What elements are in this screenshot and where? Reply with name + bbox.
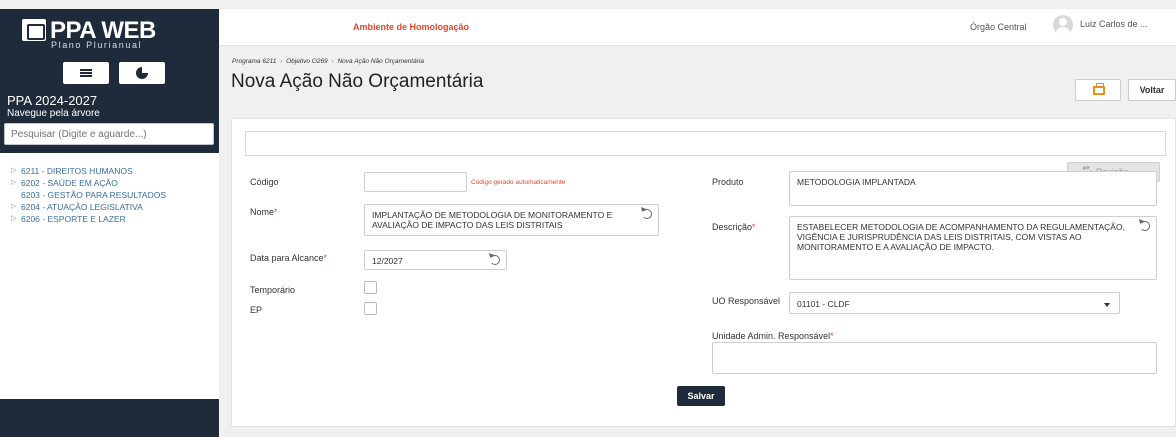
breadcrumb-separator: › [331, 58, 334, 65]
tree-item-label: 6211 - DIREITOS HUMANOS [21, 166, 133, 176]
required-marker: * [323, 253, 328, 263]
undo-icon[interactable] [1140, 221, 1150, 231]
unidade-admin-label-text: Unidade Admin. Responsável [712, 331, 831, 341]
printer-icon [1093, 83, 1105, 95]
menu-button[interactable] [63, 62, 109, 84]
codigo-hint: Código gerado automaticamente [471, 179, 566, 186]
form-toolbar [245, 131, 1166, 156]
unidade-admin-field[interactable] [712, 342, 1157, 374]
environment-label: Ambiente de Homologação [353, 22, 470, 32]
required-marker: * [752, 222, 756, 232]
descricao-label-text: Descrição [712, 222, 753, 232]
salvar-button[interactable]: Salvar [677, 386, 725, 406]
data-alcance-label-text: Data para Alcance [250, 253, 324, 263]
breadcrumb-item-programa[interactable]: Programa 6211 [232, 58, 276, 65]
produto-field[interactable]: METODOLOGIA IMPLANTADA [789, 171, 1157, 206]
descricao-field[interactable]: ESTABELECER METODOLOGIA DE ACOMPANHAMENT… [789, 216, 1157, 280]
logo-icon [22, 19, 46, 41]
navigation-tree: ▷ 6211 - DIREITOS HUMANOS ▷ 6202 - SAÚDE… [0, 153, 219, 399]
breadcrumb-item-objetivo[interactable]: Objetivo O269 [286, 58, 328, 65]
descricao-value: ESTABELECER METODOLOGIA DE ACOMPANHAMENT… [797, 222, 1125, 252]
tree-item[interactable]: ▷ 6202 - SAÚDE EM AÇÃO [0, 178, 219, 189]
page-title: Nova Ação Não Orçamentária [231, 71, 484, 92]
breadcrumb: Programa 6211 › Objetivo O269 › Nova Açã… [232, 58, 424, 65]
codigo-label: Código [250, 177, 279, 187]
temporario-label: Temporário [250, 285, 296, 295]
top-bar: Ambiente de Homologação Órgão Central Lu… [219, 9, 1176, 46]
data-alcance-value: 12/2027 [372, 256, 403, 266]
logo[interactable]: PPA WEB Plano Plurianual [22, 17, 172, 50]
breadcrumb-separator: › [280, 58, 283, 65]
user-menu[interactable]: Luiz Carlos de ... [1080, 19, 1148, 29]
ppa-subtitle: Navegue pela árvore [7, 108, 100, 119]
tree-item-label: 6203 - GESTÃO PARA RESULTADOS [21, 190, 167, 200]
codigo-field[interactable] [364, 172, 467, 192]
uo-responsavel-label: UO Responsável [712, 296, 781, 306]
breadcrumb-item-current: Nova Ação Não Orçamentária [337, 58, 424, 65]
logo-subtitle: Plano Plurianual [51, 40, 143, 50]
tree-item[interactable]: 6203 - GESTÃO PARA RESULTADOS [0, 190, 219, 201]
ppa-title: PPA 2024-2027 [7, 93, 98, 108]
caret-right-icon[interactable]: ▷ [11, 202, 16, 210]
data-alcance-label: Data para Alcance* [250, 253, 327, 263]
sidebar: PPA WEB Plano Plurianual PPA 2024-2027 N… [0, 9, 219, 437]
ep-checkbox[interactable] [364, 302, 377, 315]
uo-responsavel-select[interactable]: 01101 - CLDF [789, 292, 1120, 314]
organization-label[interactable]: Órgão Central [970, 22, 1027, 32]
caret-right-icon[interactable]: ▷ [11, 178, 16, 186]
data-alcance-field[interactable]: 12/2027 [364, 250, 507, 270]
descricao-label: Descrição* [712, 222, 756, 232]
chart-button[interactable] [119, 62, 165, 84]
produto-label: Produto [712, 177, 744, 187]
produto-value: METODOLOGIA IMPLANTADA [797, 177, 916, 187]
nome-field[interactable]: IMPLANTAÇÃO DE METODOLOGIA DE MONITORAME… [364, 204, 659, 236]
print-button[interactable] [1075, 79, 1121, 101]
nome-label: Nome* [250, 207, 278, 217]
temporario-checkbox[interactable] [364, 281, 377, 294]
tree-item[interactable]: ▷ 6211 - DIREITOS HUMANOS [0, 166, 219, 177]
tree-item-label: 6202 - SAÚDE EM AÇÃO [21, 178, 118, 188]
ep-label: EP [250, 305, 263, 315]
pie-chart-icon [136, 67, 148, 79]
undo-icon[interactable] [642, 209, 652, 219]
voltar-button[interactable]: Voltar [1128, 79, 1176, 101]
tree-item-label: 6204 - ATUAÇÃO LEGISLATIVA [21, 202, 143, 212]
nome-value: IMPLANTAÇÃO DE METODOLOGIA DE MONITORAME… [372, 210, 613, 230]
user-avatar-icon[interactable] [1053, 15, 1073, 35]
nome-label-text: Nome [250, 207, 275, 217]
menu-icon [80, 69, 92, 77]
unidade-admin-label: Unidade Admin. Responsável* [712, 331, 834, 341]
tree-item[interactable]: ▷ 6206 - ESPORTE E LAZER [0, 214, 219, 225]
tree-item[interactable]: ▷ 6204 - ATUAÇÃO LEGISLATIVA [0, 202, 219, 213]
chevron-down-icon [1104, 303, 1110, 307]
caret-right-icon[interactable]: ▷ [11, 166, 16, 174]
uo-responsavel-value: 01101 - CLDF [797, 299, 850, 309]
required-marker: * [830, 331, 834, 341]
tree-item-label: 6206 - ESPORTE E LAZER [21, 214, 126, 224]
required-marker: * [274, 207, 278, 217]
caret-right-icon[interactable]: ▷ [11, 214, 16, 222]
tree-search-input[interactable] [4, 123, 214, 145]
undo-icon[interactable] [490, 255, 500, 265]
